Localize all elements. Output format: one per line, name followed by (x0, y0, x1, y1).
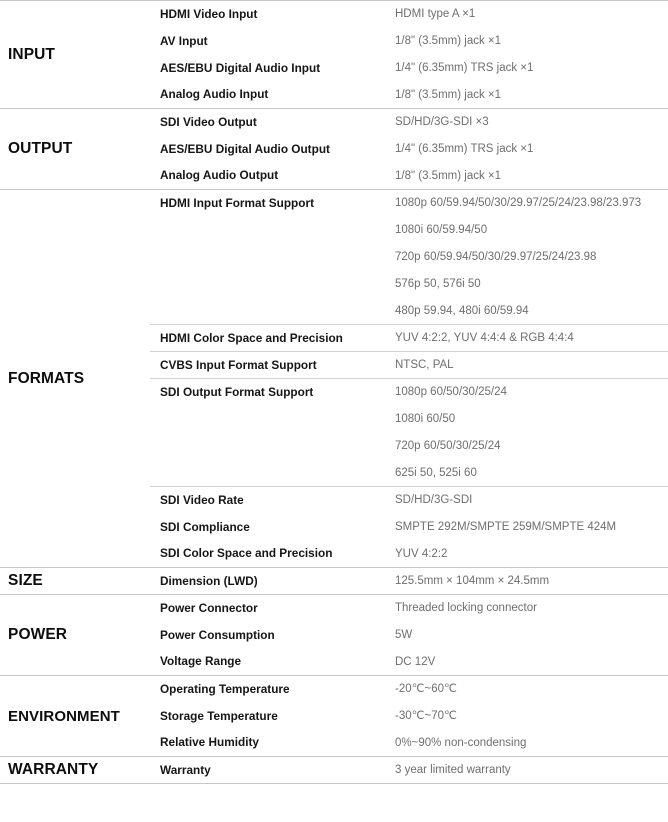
table-row: INPUT HDMI Video Input HDMI type A ×1 (0, 0, 668, 109)
property-label-continuation (150, 460, 392, 487)
property-label: AES/EBU Digital Audio Output (160, 141, 330, 156)
property-value: 1/8" (3.5mm) jack ×1 (395, 88, 502, 101)
property-value: HDMI type A ×1 (392, 0, 668, 28)
property-label: Analog Audio Output (160, 168, 279, 183)
property-value: 1080p 60/59.94/50/30/29.97/25/24/23.98/2… (392, 189, 668, 217)
property-value: -30℃~70℃ (395, 709, 457, 722)
property-label: AV Input (160, 33, 208, 48)
property-value: 1080p 60/50/30/25/24 (392, 378, 668, 406)
property-value: -20℃~60℃ (392, 675, 668, 703)
property-value: 720p 60/50/30/25/24 (395, 439, 501, 452)
table-row: POWER Power Connector Threaded locking con… (0, 594, 668, 676)
property-value: SD/HD/3G-SDI ×3 (392, 108, 668, 136)
property-value: DC 12V (395, 655, 436, 668)
section-label-formats: FORMATS (0, 189, 150, 568)
table-row: WARRANTY Warranty 3 year limited warranty (0, 756, 668, 784)
property-label: Voltage Range (160, 654, 242, 669)
property-value: SMPTE 292M/SMPTE 259M/SMPTE 424M (395, 520, 617, 533)
property-label: Dimension (LWD) (150, 567, 392, 595)
property-value: 720p 60/59.94/50/30/29.97/25/24/23.98 (395, 250, 597, 263)
property-value: 480p 59.94, 480i 60/59.94 (395, 304, 529, 317)
table-row: FORMATS HDMI Input Format Support 1080p 60… (0, 189, 668, 568)
property-label: Power Consumption (160, 627, 275, 642)
property-value: 625i 50, 525i 60 (395, 466, 477, 479)
property-label-continuation (150, 244, 392, 271)
property-label: SDI Video Rate (150, 486, 392, 514)
table-row: ENVIRONMENT Operating Temperature -20℃~60℃ (0, 675, 668, 757)
property-label: HDMI Video Input (150, 0, 392, 28)
property-value: Threaded locking connector (392, 594, 668, 622)
section-label-environment: ENVIRONMENT (0, 675, 150, 757)
property-label-continuation (150, 217, 392, 244)
section-label-output: OUTPUT (0, 108, 150, 190)
property-value: 5W (395, 628, 413, 641)
property-value: SD/HD/3G-SDI (392, 486, 668, 514)
property-label-continuation (150, 271, 392, 298)
property-label: Power Connector (150, 594, 392, 622)
property-value: YUV 4:2:2 (395, 547, 448, 560)
property-label-continuation (150, 406, 392, 433)
property-value: 576p 50, 576i 50 (395, 277, 481, 290)
section-label-size: SIZE (0, 567, 150, 595)
property-label: HDMI Input Format Support (150, 189, 392, 217)
property-label: AES/EBU Digital Audio Input (160, 60, 321, 75)
property-value: 125.5mm × 104mm × 24.5mm (392, 567, 668, 595)
property-value: 1/8" (3.5mm) jack ×1 (395, 34, 502, 47)
property-label: SDI Video Output (150, 108, 392, 136)
property-value: 3 year limited warranty (392, 756, 668, 784)
property-label: HDMI Color Space and Precision (150, 324, 392, 352)
property-label-continuation (150, 298, 392, 325)
specification-table: INPUT HDMI Video Input HDMI type A ×1 AV In… (0, 0, 668, 784)
table-row: SIZE Dimension (LWD) 125.5mm × 104mm × 24.… (0, 567, 668, 595)
property-label: Operating Temperature (150, 675, 392, 703)
property-label: Warranty (150, 756, 392, 784)
property-value: 1/8" (3.5mm) jack ×1 (395, 169, 502, 182)
property-label: SDI Output Format Support (150, 378, 392, 406)
property-label: CVBS Input Format Support (150, 351, 392, 379)
property-value: YUV 4:2:2, YUV 4:4:4 & RGB 4:4:4 (392, 324, 668, 352)
specification-table-body: INPUT HDMI Video Input HDMI type A ×1 AV In… (0, 0, 668, 784)
property-label: Storage Temperature (160, 708, 278, 723)
table-row: OUTPUT SDI Video Output SD/HD/3G-SDI ×3 (0, 108, 668, 190)
property-value: 1/4" (6.35mm) TRS jack ×1 (395, 142, 534, 155)
property-value: 1/4" (6.35mm) TRS jack ×1 (395, 61, 534, 74)
property-value: 0%~90% non-condensing (395, 736, 527, 749)
property-label: SDI Color Space and Precision (160, 546, 333, 561)
property-label-continuation (150, 433, 392, 460)
property-label: SDI Compliance (160, 519, 250, 534)
property-value: 1080i 60/59.94/50 (395, 223, 488, 236)
property-label: Relative Humidity (160, 735, 259, 750)
property-value: NTSC, PAL (392, 351, 668, 379)
property-label: Analog Audio Input (160, 87, 269, 102)
section-label-warranty: WARRANTY (0, 756, 150, 784)
section-label-input: INPUT (0, 0, 150, 109)
section-label-power: POWER (0, 594, 150, 676)
property-value: 1080i 60/50 (395, 412, 456, 425)
